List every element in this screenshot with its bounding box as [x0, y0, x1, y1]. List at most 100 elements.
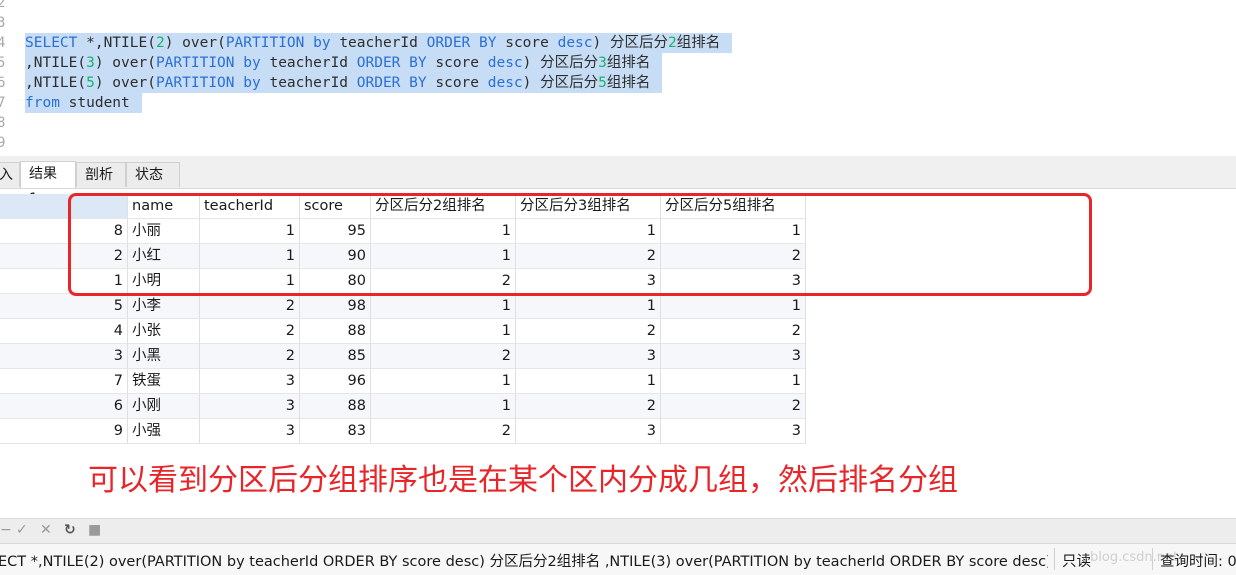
column-header-teacherid[interactable]: teacherId	[200, 194, 300, 219]
cell-name[interactable]: 小强	[128, 419, 200, 444]
cell-name[interactable]: 铁蛋	[128, 369, 200, 394]
refresh-icon[interactable]: ↻	[64, 522, 76, 538]
cell-name[interactable]: 小张	[128, 319, 200, 344]
stop-icon[interactable]: ■	[88, 522, 101, 538]
cell-score[interactable]: 95	[300, 219, 371, 244]
table-row[interactable]: 8 小丽 1 95 1 1 1	[0, 219, 806, 244]
cell-rownum[interactable]: 3	[68, 344, 128, 369]
cell-rank2[interactable]: 2	[371, 419, 516, 444]
editor-line[interactable]: 4 SELECT *,NTILE(2) over(PARTITION by tea…	[0, 33, 1236, 53]
apply-check-icon[interactable]: ✓	[16, 522, 28, 538]
cell-name[interactable]: 小明	[128, 269, 200, 294]
cell-teacherid[interactable]: 3	[200, 369, 300, 394]
table-row[interactable]: 5 小李 2 98 1 1 1	[0, 294, 806, 319]
cell-rownum[interactable]: 9	[68, 419, 128, 444]
cell-rank3[interactable]: 2	[516, 319, 661, 344]
code-text[interactable]: ,NTILE(3) over(PARTITION by teacherId OR…	[25, 53, 663, 73]
editor-line[interactable]: 7 from student	[0, 93, 1236, 113]
cell-teacherid[interactable]: 1	[200, 244, 300, 269]
column-header-rank3[interactable]: 分区后分3组排名	[516, 194, 661, 219]
cell-rank3[interactable]: 3	[516, 344, 661, 369]
table-row[interactable]: 3 小黑 2 85 2 3 3	[0, 344, 806, 369]
row-header[interactable]	[0, 294, 68, 319]
cell-teacherid[interactable]: 3	[200, 419, 300, 444]
cell-rownum[interactable]: 5	[68, 294, 128, 319]
cell-name[interactable]: 小李	[128, 294, 200, 319]
row-header[interactable]	[0, 394, 68, 419]
row-header[interactable]	[0, 319, 68, 344]
cell-rank3[interactable]: 2	[516, 394, 661, 419]
editor-line[interactable]: 5 ,NTILE(3) over(PARTITION by teacherId O…	[0, 53, 1236, 73]
cell-rank5[interactable]: 3	[661, 344, 806, 369]
cell-rownum[interactable]: 4	[68, 319, 128, 344]
cell-score[interactable]: 98	[300, 294, 371, 319]
cell-rownum[interactable]: 7	[68, 369, 128, 394]
cell-rownum[interactable]: 1	[68, 269, 128, 294]
cell-teacherid[interactable]: 3	[200, 394, 300, 419]
cell-rank2[interactable]: 1	[371, 394, 516, 419]
tab-profile[interactable]: 剖析	[76, 162, 126, 187]
cell-rank2[interactable]: 2	[371, 269, 516, 294]
row-header[interactable]	[0, 219, 68, 244]
cell-rank5[interactable]: 1	[661, 219, 806, 244]
column-header-name[interactable]: name	[128, 194, 200, 219]
cell-rank5[interactable]: 2	[661, 244, 806, 269]
cell-teacherid[interactable]: 1	[200, 269, 300, 294]
cell-rownum[interactable]: 8	[68, 219, 128, 244]
cell-rank3[interactable]: 1	[516, 219, 661, 244]
cell-rank3[interactable]: 3	[516, 269, 661, 294]
cell-rank2[interactable]: 1	[371, 219, 516, 244]
editor-line[interactable]: 6 ,NTILE(5) over(PARTITION by teacherId O…	[0, 73, 1236, 93]
cell-score[interactable]: 90	[300, 244, 371, 269]
tab-status[interactable]: 状态	[126, 162, 180, 187]
table-row[interactable]: 4 小张 2 88 1 2 2	[0, 319, 806, 344]
editor-line[interactable]: 8	[0, 113, 1236, 133]
cell-teacherid[interactable]: 2	[200, 294, 300, 319]
cell-score[interactable]: 85	[300, 344, 371, 369]
row-header[interactable]	[0, 244, 68, 269]
cell-rank5[interactable]: 2	[661, 394, 806, 419]
row-header[interactable]	[0, 419, 68, 444]
table-row[interactable]: 1 小明 1 80 2 3 3	[0, 269, 806, 294]
tab-message[interactable]: 入	[0, 162, 20, 187]
cell-name[interactable]: 小红	[128, 244, 200, 269]
cell-score[interactable]: 88	[300, 319, 371, 344]
cell-name[interactable]: 小刚	[128, 394, 200, 419]
column-header-rank5[interactable]: 分区后分5组排名	[661, 194, 806, 219]
row-header[interactable]	[0, 344, 68, 369]
table-row[interactable]: 7 铁蛋 3 96 1 1 1	[0, 369, 806, 394]
tab-result-1[interactable]: 结果 1	[20, 161, 76, 207]
row-header[interactable]	[0, 369, 68, 394]
cell-rank2[interactable]: 1	[371, 244, 516, 269]
cell-score[interactable]: 88	[300, 394, 371, 419]
cell-rank5[interactable]: 1	[661, 294, 806, 319]
cell-rank3[interactable]: 2	[516, 244, 661, 269]
code-text[interactable]: ,NTILE(5) over(PARTITION by teacherId OR…	[25, 73, 663, 93]
cell-name[interactable]: 小黑	[128, 344, 200, 369]
cell-teacherid[interactable]: 2	[200, 344, 300, 369]
delete-record-icon[interactable]: −	[0, 522, 12, 538]
cell-teacherid[interactable]: 2	[200, 319, 300, 344]
table-row[interactable]: 2 小红 1 90 1 2 2	[0, 244, 806, 269]
cell-rownum[interactable]: 2	[68, 244, 128, 269]
code-text[interactable]: from student	[25, 93, 142, 113]
sql-editor[interactable]: 2 3 4 SELECT *,NTILE(2) over(PARTITION by t…	[0, 0, 1236, 158]
cell-rank5[interactable]: 3	[661, 419, 806, 444]
cell-rank2[interactable]: 1	[371, 294, 516, 319]
cell-rank2[interactable]: 2	[371, 344, 516, 369]
cell-rank3[interactable]: 3	[516, 419, 661, 444]
cell-teacherid[interactable]: 1	[200, 219, 300, 244]
cell-rank5[interactable]: 1	[661, 369, 806, 394]
cell-score[interactable]: 80	[300, 269, 371, 294]
table-row[interactable]: 9 小强 3 83 2 3 3	[0, 419, 806, 444]
cell-score[interactable]: 83	[300, 419, 371, 444]
cell-rank5[interactable]: 2	[661, 319, 806, 344]
column-header-rank2[interactable]: 分区后分2组排名	[371, 194, 516, 219]
cell-rank2[interactable]: 1	[371, 319, 516, 344]
row-header[interactable]	[0, 269, 68, 294]
editor-line[interactable]: 3	[0, 13, 1236, 33]
editor-line[interactable]: 2	[0, 0, 1236, 13]
editor-line[interactable]: 9	[0, 133, 1236, 153]
cell-rank2[interactable]: 1	[371, 369, 516, 394]
cell-rank3[interactable]: 1	[516, 369, 661, 394]
